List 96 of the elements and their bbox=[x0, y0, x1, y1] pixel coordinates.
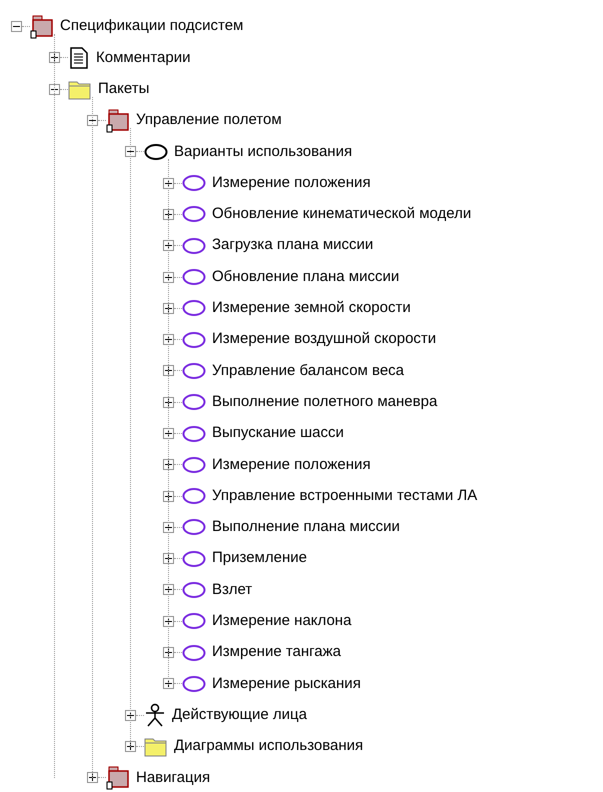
tree-item[interactable]: Выполнение плана миссии bbox=[212, 516, 400, 539]
plus-icon bbox=[127, 742, 134, 750]
tree-item[interactable]: Измерение наклона bbox=[212, 610, 352, 633]
expand-button[interactable] bbox=[163, 272, 174, 283]
ellipse-icon bbox=[182, 362, 206, 379]
tree-item[interactable]: Варианты использования bbox=[174, 140, 352, 164]
plus-icon bbox=[165, 398, 172, 406]
expand-button[interactable] bbox=[163, 459, 174, 470]
plus-icon bbox=[89, 774, 96, 782]
plus-icon bbox=[165, 274, 172, 281]
tree-item[interactable]: Диаграммы использования bbox=[174, 735, 364, 758]
tree-item[interactable]: Измерение положения bbox=[212, 454, 371, 476]
tree-item[interactable]: Обновление кинематической модели bbox=[212, 203, 472, 226]
expand-button[interactable] bbox=[163, 553, 174, 564]
expand-button[interactable] bbox=[163, 616, 174, 627]
plus-icon bbox=[165, 586, 172, 594]
tree-item[interactable]: Действующие лица bbox=[172, 704, 307, 726]
plus-icon bbox=[165, 304, 172, 312]
tree-item[interactable]: Комментарии bbox=[96, 46, 190, 70]
expand-button[interactable] bbox=[163, 208, 174, 220]
tree-item[interactable]: Измерение положения bbox=[212, 172, 371, 194]
ellipse-icon bbox=[182, 394, 206, 410]
tree-item[interactable]: Выпускание шасси bbox=[212, 422, 344, 445]
package-icon bbox=[30, 15, 53, 38]
expand-button[interactable] bbox=[163, 490, 174, 502]
tree-item[interactable]: Приземление bbox=[212, 547, 307, 570]
ellipse-icon bbox=[182, 488, 206, 504]
plus-icon bbox=[165, 524, 172, 531]
collapse-button[interactable] bbox=[125, 146, 136, 158]
expand-button[interactable] bbox=[87, 772, 98, 784]
expand-button[interactable] bbox=[125, 710, 136, 721]
tree-item[interactable]: Измрение тангажа bbox=[212, 641, 342, 664]
ellipse-icon bbox=[182, 550, 206, 567]
ellipse-icon bbox=[182, 426, 206, 442]
plus-icon bbox=[165, 649, 172, 656]
stick-figure-icon bbox=[145, 704, 165, 727]
plus-icon bbox=[165, 367, 172, 374]
tree-item[interactable]: Навигация bbox=[136, 766, 210, 790]
expand-button[interactable] bbox=[163, 302, 174, 314]
plus-icon bbox=[165, 242, 172, 250]
expand-button[interactable] bbox=[163, 396, 174, 408]
folder-icon bbox=[68, 82, 90, 100]
tree-item[interactable]: Измерение воздушной скорости bbox=[212, 328, 436, 351]
collapse-button[interactable] bbox=[11, 21, 22, 32]
ellipse-icon bbox=[182, 456, 206, 473]
tree-item[interactable]: Обновление плана миссии bbox=[212, 266, 400, 288]
plus-icon bbox=[165, 492, 172, 500]
ellipse-icon bbox=[182, 613, 206, 630]
tree-item[interactable]: Спецификации подсистем bbox=[60, 15, 244, 38]
expand-button[interactable] bbox=[163, 678, 174, 690]
package-icon bbox=[106, 109, 129, 132]
plus-icon bbox=[165, 210, 172, 218]
package-icon bbox=[106, 766, 129, 790]
expand-button[interactable] bbox=[163, 522, 174, 533]
plus-icon bbox=[165, 180, 172, 187]
expand-button[interactable] bbox=[163, 334, 174, 346]
ellipse-icon bbox=[182, 676, 206, 692]
expand-button[interactable] bbox=[163, 428, 174, 439]
plus-icon bbox=[165, 336, 172, 344]
plus-icon bbox=[165, 555, 172, 562]
ellipse-icon bbox=[182, 644, 206, 661]
tree-item[interactable]: Пакеты bbox=[98, 78, 150, 100]
tree-item[interactable]: Измерение земной скорости bbox=[212, 297, 411, 320]
expand-button[interactable] bbox=[163, 365, 174, 376]
plus-icon bbox=[127, 712, 134, 719]
plus-icon bbox=[51, 54, 58, 62]
ellipse-icon bbox=[182, 300, 206, 316]
plus-icon bbox=[165, 618, 172, 625]
tree-item[interactable]: Управление балансом веса bbox=[212, 360, 404, 382]
plus-icon bbox=[165, 461, 172, 468]
ellipse-icon bbox=[182, 332, 206, 348]
plus-icon bbox=[165, 430, 172, 437]
expand-button[interactable] bbox=[163, 584, 174, 596]
expand-button[interactable] bbox=[49, 52, 60, 64]
tree-item[interactable]: Загрузка плана миссии bbox=[212, 234, 374, 257]
expand-button[interactable] bbox=[125, 740, 136, 752]
tree-item[interactable]: Взлет bbox=[212, 578, 252, 602]
ellipse-icon bbox=[182, 582, 206, 598]
ellipse-icon bbox=[182, 269, 206, 286]
document-icon bbox=[70, 47, 88, 69]
tree-item[interactable]: Измерение рыскания bbox=[212, 672, 361, 696]
collapse-button[interactable] bbox=[87, 115, 98, 126]
expand-button[interactable] bbox=[163, 647, 174, 658]
folder-icon bbox=[144, 738, 166, 757]
ellipse-icon bbox=[182, 175, 206, 192]
expand-button[interactable] bbox=[163, 240, 174, 252]
ellipse-icon bbox=[182, 519, 206, 536]
tree-item[interactable]: Управление полетом bbox=[136, 109, 282, 132]
tree-item[interactable]: Управление встроенными тестами ЛА bbox=[212, 484, 478, 508]
plus-icon bbox=[165, 680, 172, 688]
tree-item[interactable]: Выполнение полетного маневра bbox=[212, 390, 438, 414]
ellipse-icon bbox=[182, 206, 206, 222]
expand-button[interactable] bbox=[163, 178, 174, 189]
ellipse-icon bbox=[182, 238, 206, 254]
ellipse-icon bbox=[144, 144, 168, 160]
collapse-button[interactable] bbox=[49, 84, 60, 95]
